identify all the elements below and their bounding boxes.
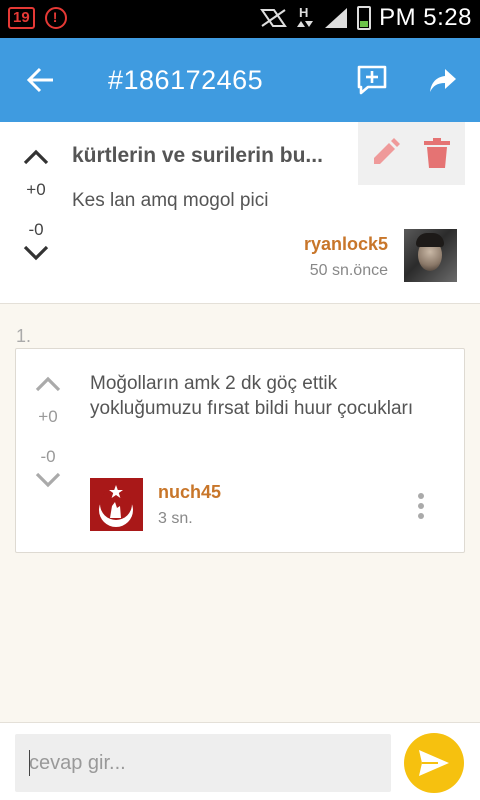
app-bar: #186172465 (0, 38, 480, 122)
data-h-icon: H (297, 5, 314, 27)
warning-icon (44, 7, 67, 29)
comment-vote-column: +0 -0 (28, 375, 68, 489)
crescent-star-wolf-icon (90, 478, 143, 531)
battery-icon (357, 6, 372, 30)
comment-text: Moğolların amk 2 dk göç ettik yokluğumuz… (90, 373, 414, 419)
post-body: Kes lan amq mogol pici (72, 190, 269, 211)
signal-icon (325, 8, 348, 28)
svg-text:H: H (299, 5, 308, 20)
post-card: +0 -0 kürtlerin ve surilerin bu... Kes l… (0, 122, 480, 304)
send-icon (419, 750, 449, 776)
post-timestamp: 50 sn.önce (309, 262, 388, 279)
status-bar: 19 H PM 5:28 (0, 0, 480, 38)
post-author-avatar[interactable] (404, 229, 457, 282)
commenter-avatar[interactable] (90, 478, 143, 531)
comment-timestamp: 3 sn. (158, 510, 193, 527)
upvote-chevron-up-icon[interactable] (34, 375, 62, 393)
reply-input[interactable] (15, 734, 391, 792)
commenter-name[interactable]: nuch45 (158, 482, 221, 503)
edit-pencil-icon[interactable] (370, 138, 400, 168)
entry-title: #186172465 (108, 65, 264, 95)
post-downvote-count: -0 (28, 220, 44, 239)
send-button[interactable] (404, 733, 464, 793)
comment-card: +0 -0 Moğolların amk 2 dk göç ettik yokl… (15, 348, 465, 553)
text-cursor (29, 750, 30, 776)
reply-bar (0, 722, 480, 800)
downvote-chevron-down-icon[interactable] (34, 471, 62, 489)
downvote-chevron-down-icon[interactable] (22, 244, 50, 262)
mute-icon (260, 9, 288, 27)
post-vote-column: +0 -0 (16, 148, 56, 262)
notification-count-badge: 19 (8, 7, 35, 29)
add-comment-icon[interactable] (356, 64, 388, 96)
comment-index: 1. (16, 326, 32, 346)
post-author-name[interactable]: ryanlock5 (304, 234, 388, 255)
comment-downvote-count: -0 (40, 447, 56, 466)
clock: PM 5:28 (379, 4, 472, 31)
upvote-chevron-up-icon[interactable] (22, 148, 50, 166)
post-title[interactable]: kürtlerin ve surilerin bu... (72, 144, 342, 168)
back-arrow-icon[interactable] (26, 65, 56, 95)
share-icon[interactable] (428, 66, 458, 94)
more-options-icon[interactable] (412, 493, 430, 523)
post-actions (358, 122, 465, 185)
delete-trash-icon[interactable] (424, 138, 450, 168)
comment-upvote-count: +0 (38, 407, 58, 426)
post-upvote-count: +0 (26, 180, 46, 199)
